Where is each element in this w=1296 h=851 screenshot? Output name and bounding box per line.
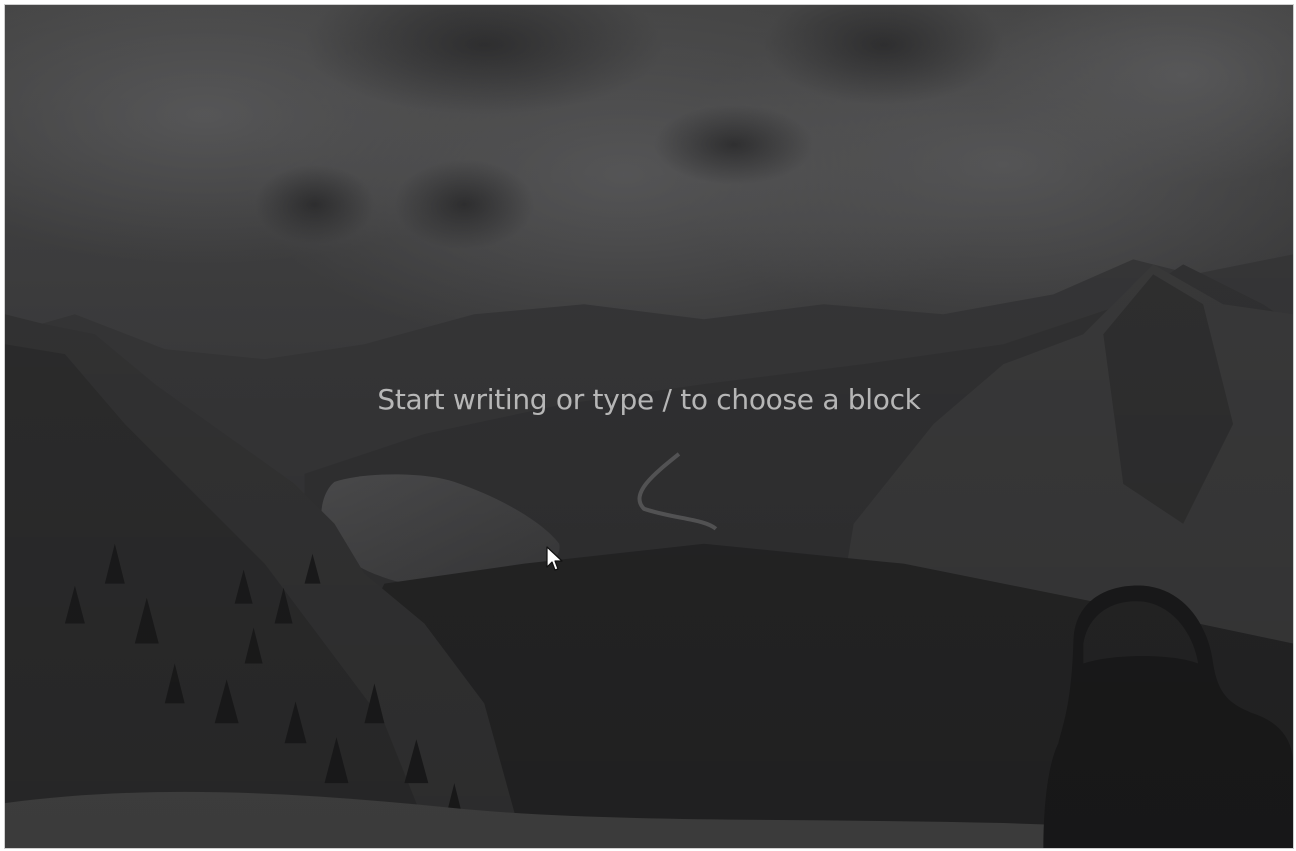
cover-block[interactable]: Start writing or type / to choose a bloc…: [4, 4, 1294, 849]
mouse-pointer-icon: [546, 546, 563, 571]
cover-background-image: [5, 5, 1293, 848]
cover-placeholder-text[interactable]: Start writing or type / to choose a bloc…: [5, 383, 1293, 416]
